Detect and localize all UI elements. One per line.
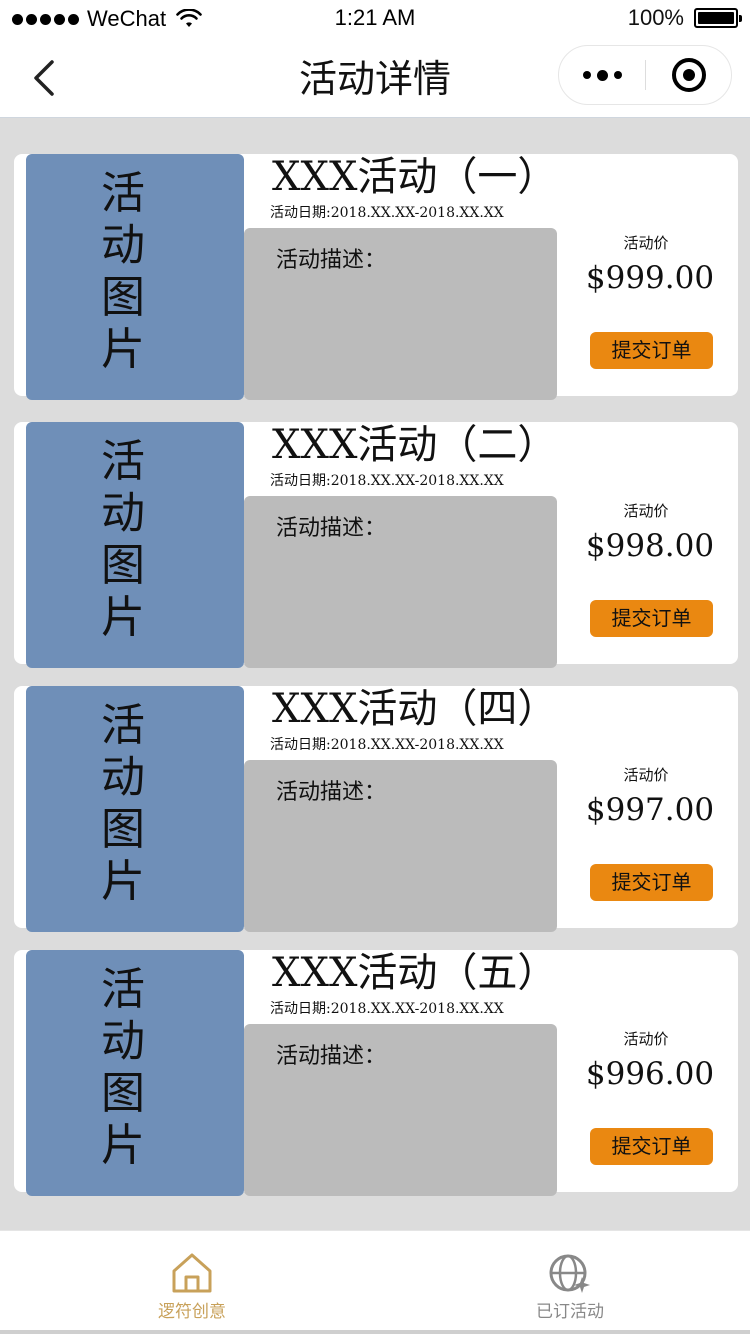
submit-order-button[interactable]: 提交订单	[590, 864, 713, 901]
activity-price: $996.00	[585, 1056, 715, 1092]
activity-price: $997.00	[585, 792, 715, 828]
activity-image-text: 活动图片	[101, 700, 145, 907]
tab-booked-activities[interactable]: 已订活动	[470, 1231, 670, 1331]
activity-title: XXX活动（五）	[272, 950, 558, 996]
activity-description-box: 活动描述：	[244, 760, 557, 932]
more-dots-icon[interactable]	[559, 46, 645, 104]
tab-home[interactable]: 逻符创意	[92, 1231, 292, 1331]
activity-image-text: 活动图片	[101, 964, 145, 1171]
activity-list: 活动图片 XXX活动（一） 活动日期:2018.XX.XX-2018.XX.XX…	[14, 154, 738, 1218]
activity-description-label: 活动描述：	[276, 1044, 387, 1069]
activity-image[interactable]: 活动图片	[26, 950, 244, 1196]
activity-description-box: 活动描述：	[244, 1024, 557, 1196]
activity-date: 活动日期:2018.XX.XX-2018.XX.XX	[270, 473, 504, 489]
activity-image-text: 活动图片	[101, 436, 145, 643]
activity-image[interactable]: 活动图片	[26, 686, 244, 932]
activity-title: XXX活动（四）	[272, 686, 558, 732]
activity-image[interactable]: 活动图片	[26, 154, 244, 400]
tab-bar: 逻符创意 已订活动	[0, 1230, 750, 1334]
home-indicator	[0, 1330, 750, 1334]
activity-price: $998.00	[585, 528, 715, 564]
tab-home-label: 逻符创意	[158, 1302, 226, 1322]
mini-program-capsule	[558, 45, 732, 105]
activity-image[interactable]: 活动图片	[26, 422, 244, 668]
activity-description-label: 活动描述：	[276, 248, 387, 273]
tab-booked-label: 已订活动	[536, 1302, 604, 1322]
activity-title: XXX活动（二）	[272, 422, 558, 468]
price-label: 活动价	[623, 502, 669, 520]
back-arrow-icon[interactable]	[28, 56, 64, 100]
globe-icon	[549, 1254, 590, 1293]
nav-bar: 活动详情	[0, 40, 750, 118]
price-label: 活动价	[623, 234, 669, 252]
status-right: 100%	[627, 5, 742, 31]
submit-order-button[interactable]: 提交订单	[590, 1128, 713, 1165]
activity-card: 活动图片 XXX活动（四） 活动日期:2018.XX.XX-2018.XX.XX…	[14, 686, 738, 932]
activity-card: 活动图片 XXX活动（二） 活动日期:2018.XX.XX-2018.XX.XX…	[14, 422, 738, 668]
activity-description-box: 活动描述：	[244, 496, 557, 668]
battery-icon	[694, 8, 742, 28]
activity-card: 活动图片 XXX活动（五） 活动日期:2018.XX.XX-2018.XX.XX…	[14, 950, 738, 1196]
price-label: 活动价	[623, 766, 669, 784]
activity-description-label: 活动描述：	[276, 780, 387, 805]
activity-image-text: 活动图片	[101, 168, 145, 375]
activity-description-box: 活动描述：	[244, 228, 557, 400]
activity-card: 活动图片 XXX活动（一） 活动日期:2018.XX.XX-2018.XX.XX…	[14, 154, 738, 400]
close-target-icon[interactable]	[646, 46, 732, 104]
submit-order-button[interactable]: 提交订单	[590, 600, 713, 637]
activity-description-label: 活动描述：	[276, 516, 387, 541]
activity-date: 活动日期:2018.XX.XX-2018.XX.XX	[270, 205, 504, 221]
activity-price: $999.00	[585, 260, 715, 296]
activity-title: XXX活动（一）	[272, 154, 558, 200]
activity-date: 活动日期:2018.XX.XX-2018.XX.XX	[270, 1001, 504, 1017]
price-label: 活动价	[623, 1030, 669, 1048]
activity-date: 活动日期:2018.XX.XX-2018.XX.XX	[270, 737, 504, 753]
home-icon	[172, 1253, 212, 1293]
battery-percent: 100%	[627, 5, 684, 30]
submit-order-button[interactable]: 提交订单	[590, 332, 713, 369]
status-bar: WeChat 1:21 AM 100%	[0, 0, 750, 40]
